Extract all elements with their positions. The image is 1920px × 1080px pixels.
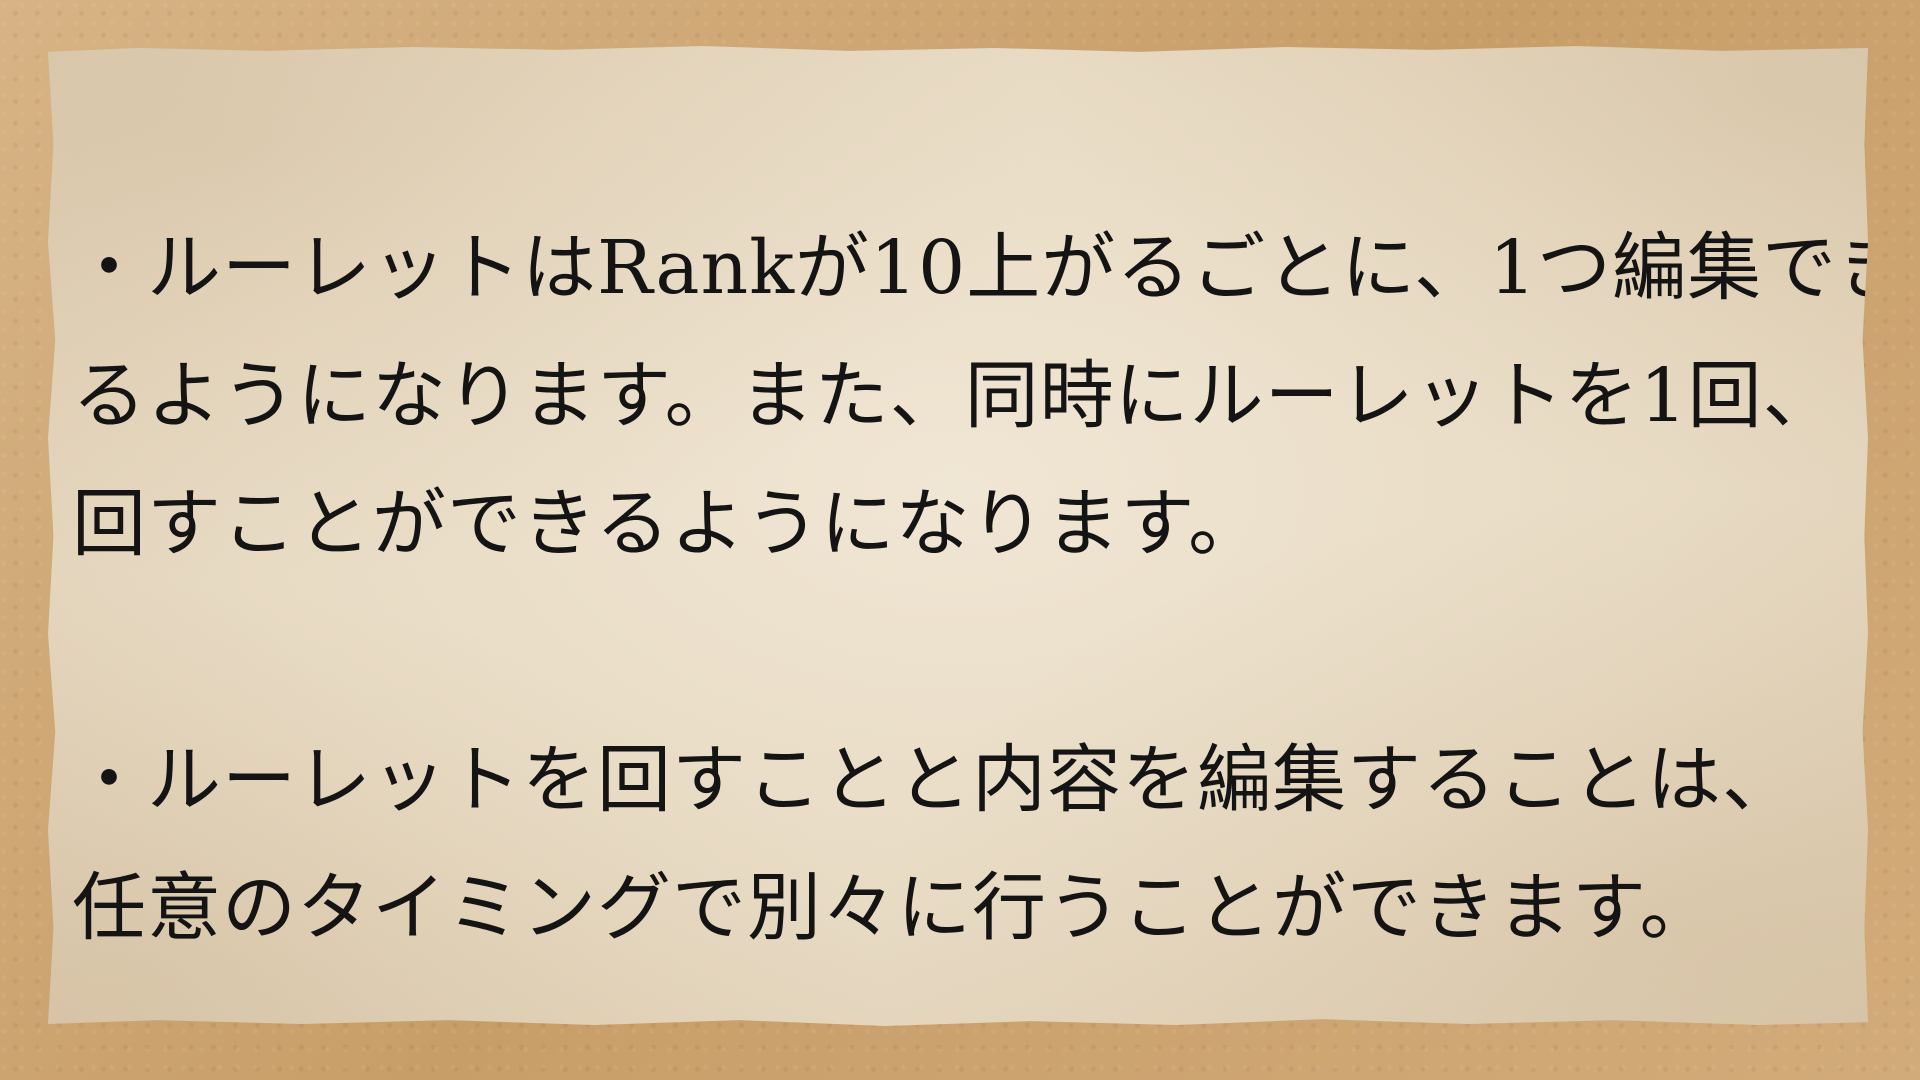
paragraph-1-line-1: ・ルーレットはRankが10上がるごとに、1つ編集でき [72,225,1913,311]
slide-content: ・ルーレットはRankが10上がるごとに、1つ編集でき るようになります。また、… [72,204,1913,972]
paragraph-1-line-3: 回すことができるようになります。 [72,481,1264,567]
paper-card: ・ルーレットはRankが10上がるごとに、1つ編集でき るようになります。また、… [48,46,1868,1026]
paragraph-2-line-1: ・ルーレットを回すことと内容を編集することは、 [72,737,1797,823]
paragraph-2-line-2: 任意のタイミングで別々に行うことができます。 [72,865,1715,951]
paragraph-1-line-2: るようになります。また、同時にルーレットを1回、 [72,353,1838,439]
